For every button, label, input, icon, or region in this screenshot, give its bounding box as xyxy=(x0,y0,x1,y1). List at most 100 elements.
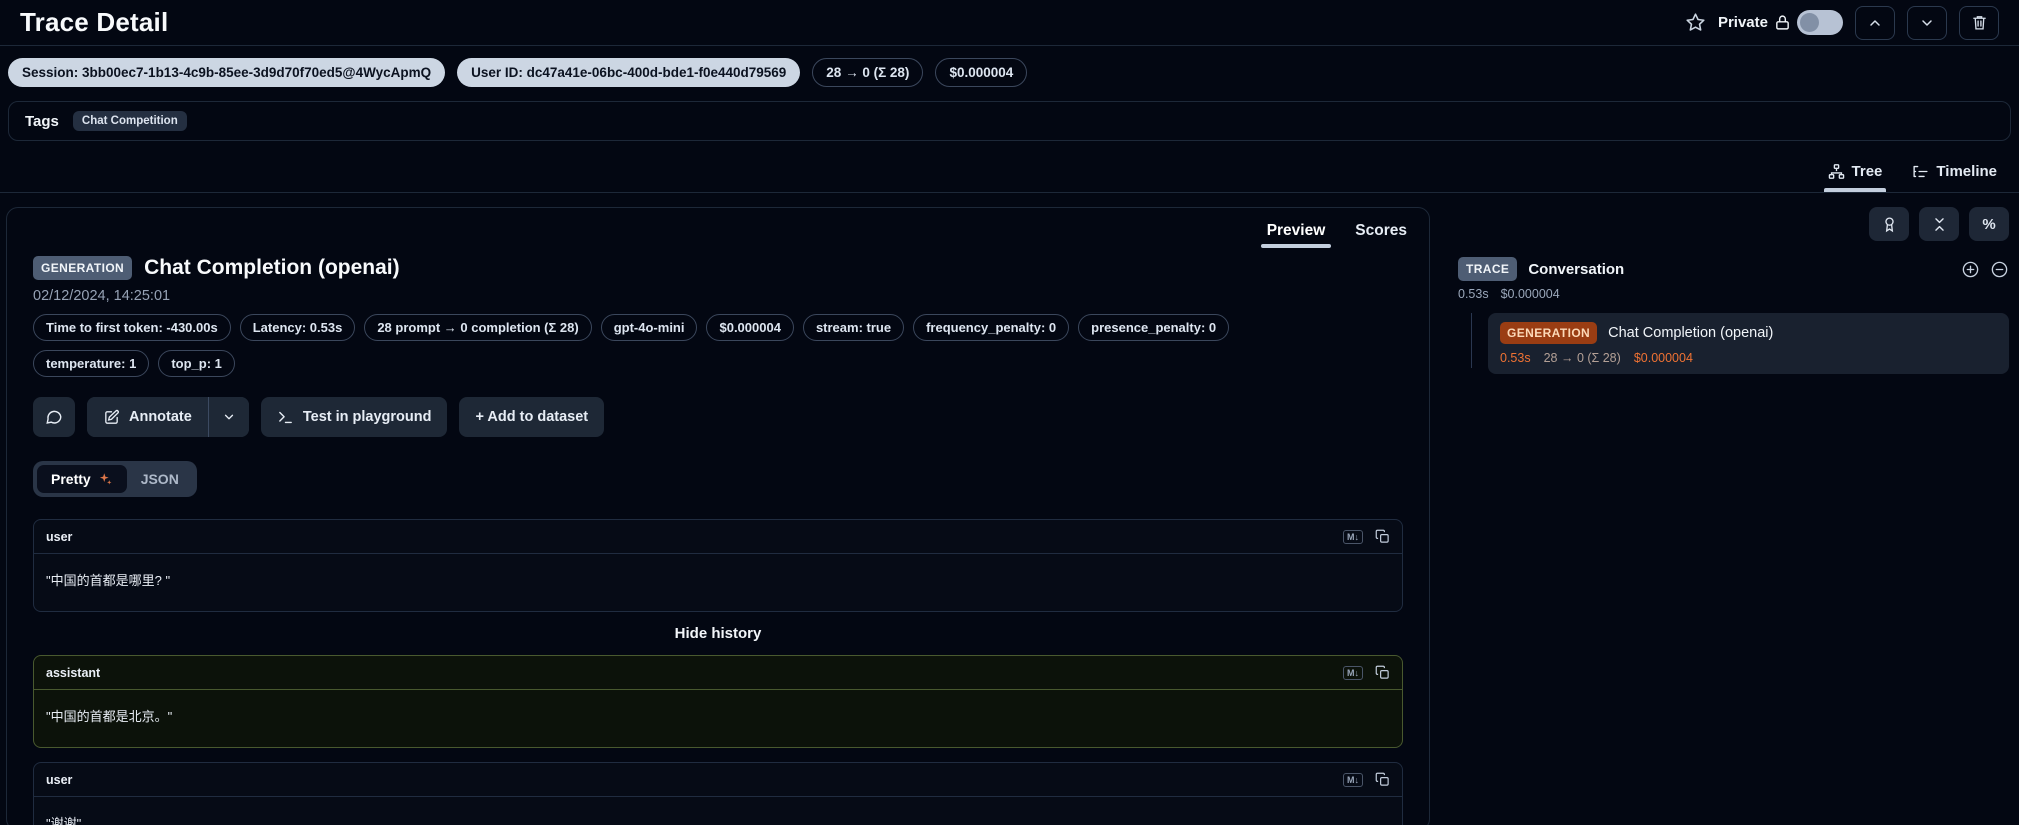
comment-button[interactable] xyxy=(33,397,75,437)
collapse-node-icon[interactable] xyxy=(1990,260,2009,279)
badge-latency: Latency: 0.53s xyxy=(240,314,356,341)
tree-toolbar: % xyxy=(1458,207,2009,241)
playground-label: Test in playground xyxy=(303,409,432,425)
pretty-label: Pretty xyxy=(51,471,91,487)
message-header: assistant M↓ xyxy=(34,656,1402,690)
trace-root-node[interactable]: TRACE Conversation xyxy=(1458,257,1624,281)
delete-trace-button[interactable] xyxy=(1959,6,1999,40)
test-in-playground-button[interactable]: Test in playground xyxy=(261,397,448,437)
message-tools: M↓ xyxy=(1343,529,1390,544)
edit-icon xyxy=(103,409,120,426)
add-to-dataset-button[interactable]: + Add to dataset xyxy=(459,397,604,437)
trace-root-row: TRACE Conversation xyxy=(1458,257,2009,281)
expand-all-icon[interactable] xyxy=(1961,260,1980,279)
format-json-segment[interactable]: JSON xyxy=(127,465,193,493)
chevron-down-icon xyxy=(222,410,236,424)
trash-icon xyxy=(1971,14,1988,31)
message-header: user M↓ xyxy=(34,520,1402,554)
percent-icon: % xyxy=(1982,216,1995,233)
badge-stream: stream: true xyxy=(803,314,904,341)
markdown-toggle-icon[interactable]: M↓ xyxy=(1343,530,1363,544)
tree-icon xyxy=(1828,163,1845,180)
toggle-scores-button[interactable] xyxy=(1869,207,1909,241)
tree-expand-controls xyxy=(1961,260,2009,279)
next-trace-button[interactable] xyxy=(1907,6,1947,40)
message-header: user M↓ xyxy=(34,763,1402,797)
privacy-label: Private xyxy=(1718,14,1768,31)
star-icon[interactable] xyxy=(1685,12,1706,33)
message-content: "中国的首都是哪里? " xyxy=(34,554,1402,611)
format-toggle: Pretty JSON xyxy=(33,461,197,497)
annotate-dropdown-button[interactable] xyxy=(209,397,249,437)
message-tools: M↓ xyxy=(1343,665,1390,680)
previous-trace-button[interactable] xyxy=(1855,6,1895,40)
session-badge[interactable]: Session: 3bb00ec7-1b13-4c9b-85ee-3d9d70f… xyxy=(8,58,445,87)
token-usage-badge: 28 → 0 (Σ 28) xyxy=(812,58,923,87)
privacy-toggle[interactable] xyxy=(1797,10,1843,35)
hide-history-button[interactable]: Hide history xyxy=(33,625,1403,642)
message-content: "中国的首都是北京。" xyxy=(34,690,1402,747)
fold-vertical-icon xyxy=(1931,216,1948,233)
trace-metrics: 0.53s $0.000004 xyxy=(1458,287,2009,301)
generation-type-badge: GENERATION xyxy=(33,256,132,280)
trace-latency: 0.53s xyxy=(1458,287,1489,301)
preview-scores-tabs: Preview Scores xyxy=(7,208,1429,254)
markdown-toggle-icon[interactable]: M↓ xyxy=(1343,773,1363,787)
page-title: Trace Detail xyxy=(20,7,168,38)
format-pretty-segment[interactable]: Pretty xyxy=(37,465,127,493)
terminal-icon xyxy=(277,409,294,426)
toggle-metrics-button[interactable]: % xyxy=(1969,207,2009,241)
tab-tree[interactable]: Tree xyxy=(1828,151,1883,192)
markdown-toggle-icon[interactable]: M↓ xyxy=(1343,666,1363,680)
observation-badges: Time to first token: -430.00s Latency: 0… xyxy=(33,314,1333,377)
collapse-all-button[interactable] xyxy=(1919,207,1959,241)
chevron-up-icon xyxy=(1867,15,1883,31)
annotate-button[interactable]: Annotate xyxy=(87,397,208,437)
tags-label: Tags xyxy=(25,113,59,130)
add-to-dataset-label: + Add to dataset xyxy=(475,409,588,425)
lock-icon xyxy=(1774,14,1791,31)
generation-latency: 0.53s xyxy=(1500,351,1531,365)
trace-cost: $0.000004 xyxy=(1501,287,1560,301)
header-controls: Private xyxy=(1685,6,1999,40)
user-id-badge[interactable]: User ID: dc47a41e-06bc-400d-bde1-f0e440d… xyxy=(457,58,800,87)
message-role: assistant xyxy=(46,666,100,680)
generation-node-metrics: 0.53s 28 → 0 (Σ 28) $0.000004 xyxy=(1500,351,1997,365)
message-role: user xyxy=(46,773,72,787)
copy-icon[interactable] xyxy=(1375,665,1390,680)
tab-tree-label: Tree xyxy=(1852,163,1883,180)
trace-children: GENERATION Chat Completion (openai) 0.53… xyxy=(1458,313,2009,374)
observation-actions: Annotate Test in playground + Add to dat… xyxy=(33,397,1403,437)
tab-preview[interactable]: Preview xyxy=(1267,208,1326,254)
badge-model[interactable]: gpt-4o-mini xyxy=(601,314,698,341)
badge-top-p: top_p: 1 xyxy=(158,350,235,377)
trace-tree-panel: % TRACE Conversation 0.53s $0.000004 xyxy=(1458,207,2009,374)
message-user-2: user M↓ "谢谢" xyxy=(33,762,1403,825)
observation-heading: GENERATION Chat Completion (openai) xyxy=(33,256,1403,280)
trace-type-badge: TRACE xyxy=(1458,257,1517,281)
tab-scores[interactable]: Scores xyxy=(1355,208,1407,254)
message-content: "谢谢" xyxy=(34,797,1402,825)
json-label: JSON xyxy=(141,471,179,487)
sparkles-icon xyxy=(98,472,113,487)
generation-node-selected[interactable]: GENERATION Chat Completion (openai) 0.53… xyxy=(1488,313,2009,374)
badge-presence-penalty: presence_penalty: 0 xyxy=(1078,314,1229,341)
privacy-control: Private xyxy=(1718,10,1843,35)
view-mode-tabs: Tree Timeline xyxy=(0,151,2019,193)
tags-section: Tags Chat Competition xyxy=(8,101,2011,141)
generation-node-badge: GENERATION xyxy=(1500,322,1597,344)
message-tools: M↓ xyxy=(1343,772,1390,787)
generation-tokens: 28 → 0 (Σ 28) xyxy=(1544,351,1621,365)
copy-icon[interactable] xyxy=(1375,772,1390,787)
observation-title: Chat Completion (openai) xyxy=(144,256,400,280)
award-icon xyxy=(1881,216,1898,233)
copy-icon[interactable] xyxy=(1375,529,1390,544)
tab-timeline[interactable]: Timeline xyxy=(1912,151,1997,192)
observation-timestamp: 02/12/2024, 14:25:01 xyxy=(33,288,1403,304)
badge-time-to-first-token: Time to first token: -430.00s xyxy=(33,314,231,341)
tab-timeline-label: Timeline xyxy=(1936,163,1997,180)
chevron-down-icon xyxy=(1919,15,1935,31)
badge-cost: $0.000004 xyxy=(706,314,793,341)
observation-preview-panel: Preview Scores GENERATION Chat Completio… xyxy=(6,207,1430,825)
tag-chat-competition[interactable]: Chat Competition xyxy=(73,111,187,131)
